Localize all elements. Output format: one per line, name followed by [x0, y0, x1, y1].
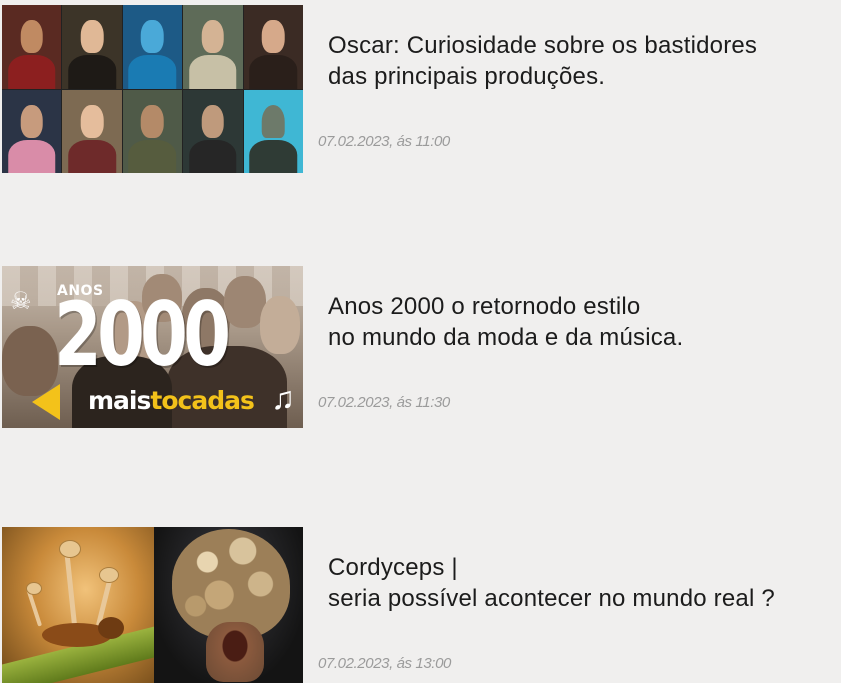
article-title-line: das principais produções. [328, 63, 606, 90]
collage-tile [183, 89, 243, 173]
collage-tile [62, 5, 122, 89]
fungus-cap [26, 582, 42, 595]
collage-tile [2, 89, 62, 173]
article-thumbnail-anos-2000[interactable]: ☠ ANOS 2000 maistocadas ♫ [2, 266, 303, 428]
fungus-cap [59, 540, 81, 558]
fungus-cap [99, 567, 119, 583]
fungus-photo [2, 527, 183, 683]
skull-icon: ☠ [10, 288, 32, 315]
article-title-line: Cordyceps | [328, 554, 458, 581]
collage-tile [183, 5, 243, 89]
article-card-oscar[interactable]: Oscar: Curiosidade sobre os bastidores d… [0, 0, 841, 180]
article-card-anos-2000[interactable]: ☠ ANOS 2000 maistocadas ♫ Anos 2000 o re… [0, 262, 841, 432]
article-title[interactable]: Anos 2000 o retornodo estilo no mundo da… [328, 291, 841, 353]
music-note-icon: ♫ [271, 380, 295, 416]
article-title-line: seria possível acontecer no mundo real ? [328, 585, 775, 612]
collage-tile [243, 89, 303, 173]
article-date: 07.02.2023, ás 11:30 [318, 394, 450, 411]
collage-tile [122, 89, 183, 173]
article-card-cordyceps[interactable]: Cordyceps | seria possível acontecer no … [0, 524, 841, 683]
article-thumbnail-cordyceps[interactable] [2, 527, 303, 683]
collage-tile [243, 5, 303, 89]
fungus-stalk [63, 546, 78, 628]
brand-logo-part: tocadas [150, 386, 254, 415]
article-title[interactable]: Oscar: Curiosidade sobre os bastidores d… [328, 30, 841, 92]
poster-big-text: 2000 [54, 283, 231, 386]
clicker-jaw [206, 622, 264, 682]
article-thumbnail-oscar[interactable] [2, 5, 303, 173]
clicker-photo [154, 527, 303, 683]
ant-head [98, 617, 124, 639]
speaker-icon [32, 384, 60, 420]
article-title-line: Anos 2000 o retornodo estilo [328, 293, 641, 320]
article-date: 07.02.2023, ás 11:00 [318, 133, 450, 150]
article-title[interactable]: Cordyceps | seria possível acontecer no … [328, 552, 841, 614]
collage-tile [122, 5, 183, 89]
article-title-line: Oscar: Curiosidade sobre os bastidores [328, 32, 758, 59]
article-date: 07.02.2023, ás 13:00 [318, 655, 451, 672]
article-title-line: no mundo da moda e da música. [328, 324, 684, 351]
collage-tile [2, 5, 62, 89]
brand-logo-part: mais [88, 386, 151, 415]
brand-logo: maistocadas [88, 386, 255, 415]
movie-collage [2, 5, 303, 173]
news-list: Oscar: Curiosidade sobre os bastidores d… [0, 0, 841, 683]
collage-tile [62, 89, 122, 173]
person-silhouette [260, 296, 300, 354]
